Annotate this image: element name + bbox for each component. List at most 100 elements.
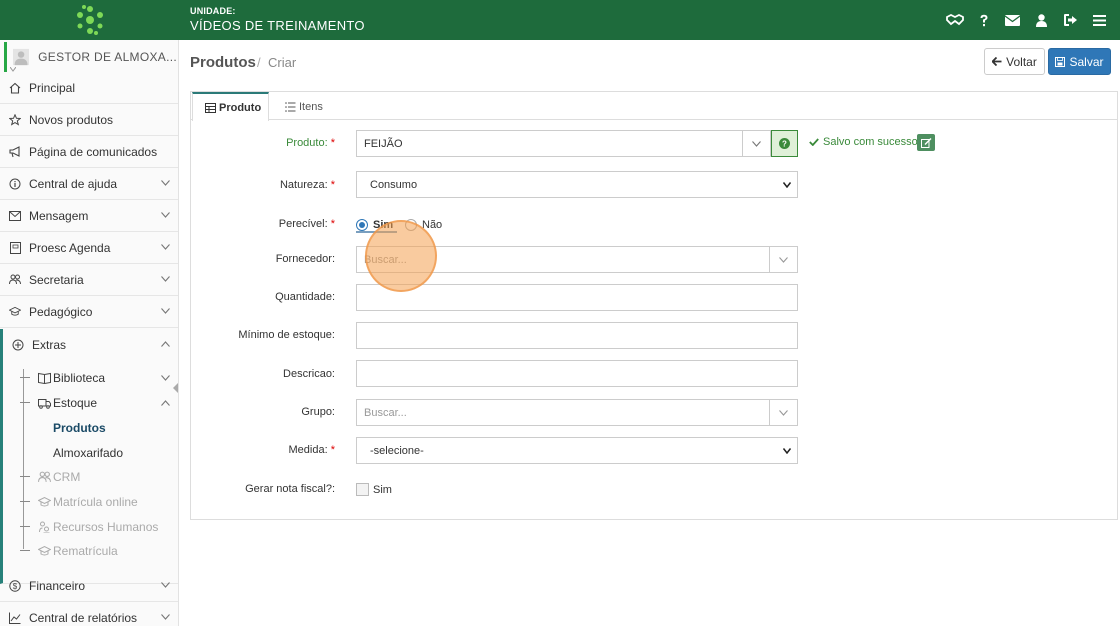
perecivel-nao-radio[interactable] [405,219,417,231]
tab-itens[interactable]: Itens [283,92,323,121]
sidebar-subitem-label: Rematrícula [53,544,118,558]
sidebar-item-label: Extras [32,338,67,352]
grupo-placeholder: Buscar... [364,406,407,419]
graduation-cap-icon [9,306,21,318]
sidebar-subitem-matricula-online[interactable]: Matrícula online [3,490,178,514]
fornecedor-search[interactable]: Buscar... [356,246,798,273]
top-bar: UNIDADE: VÍDEOS DE TREINAMENTO [0,0,1120,40]
perecivel-sim-label[interactable]: Sim [373,219,393,231]
sidebar-item-novos-produtos[interactable]: Novos produtos [0,104,178,136]
save-button[interactable]: Salvar [1048,48,1111,75]
question-circle-icon: ? [779,138,790,149]
descricao-input[interactable] [356,360,798,387]
medida-select[interactable]: -selecione- [356,437,798,464]
perecivel-nao-label[interactable]: Não [422,219,442,231]
sidebar-subitem-rematricula[interactable]: Rematrícula [3,539,178,563]
produto-select[interactable]: FEIJÃO [356,130,771,157]
envelope-icon [9,210,21,222]
user-icon[interactable] [1027,0,1056,40]
svg-text:?: ? [782,140,787,149]
unit-label: UNIDADE: [190,6,236,16]
logo-icon[interactable] [72,2,108,38]
sidebar-subitem-label: Estoque [53,396,98,410]
produto-dropdown-toggle[interactable] [742,131,770,156]
sidebar-item-central-de-ajuda[interactable]: Central de ajuda [0,168,178,200]
save-button-label: Salvar [1069,54,1104,69]
chevron-down-icon [161,276,170,282]
medida-value: -selecione- [370,444,424,457]
perecivel-sim-radio[interactable] [356,219,368,231]
users-icon [9,274,21,286]
natureza-value: Consumo [370,178,418,191]
sidebar-subitem-biblioteca[interactable]: Biblioteca [3,366,178,390]
chevron-down-icon [752,140,761,147]
sign-out-icon[interactable] [1056,0,1085,40]
plus-circle-icon [12,339,24,351]
saved-status: Salvo com sucesso [809,136,918,148]
saved-status-text: Salvo com sucesso [823,136,918,148]
sidebar-item-extras[interactable]: Extras [3,329,178,361]
minimo-estoque-input[interactable] [356,322,798,349]
sidebar-collapse-icon[interactable] [173,383,178,393]
sidebar-subsubitem-produtos[interactable]: Produtos [53,421,106,435]
quantidade-input[interactable] [356,284,798,311]
edit-icon [920,137,931,148]
edit-button[interactable] [917,134,935,151]
sidebar-subitem-label: Matrícula online [53,495,138,509]
chevron-up-icon [161,400,170,406]
sidebar-item-mensagem[interactable]: Mensagem [0,200,178,232]
list-icon [285,101,296,112]
sidebar-item-financeiro[interactable]: $ Financeiro [0,570,178,602]
menu-icon[interactable] [1085,0,1114,40]
grupo-dropdown-toggle[interactable] [769,400,797,425]
quantidade-label: Quantidade: [275,291,335,303]
question-icon[interactable] [969,0,998,40]
home-icon [9,82,21,94]
sidebar-item-label: Proesc Agenda [29,240,111,255]
line-chart-icon [9,612,21,624]
sidebar-item-pedagogico[interactable]: Pedagógico [0,296,178,328]
descricao-label: Descricao: [283,368,335,380]
sidebar-subitem-recursos-humanos[interactable]: Recursos Humanos [3,515,178,539]
user-box[interactable]: GESTOR DE ALMOXA... [4,42,177,72]
sidebar-item-proesc-agenda[interactable]: Proesc Agenda [0,232,178,264]
sidebar-item-secretaria[interactable]: Secretaria [0,264,178,296]
unit-name[interactable]: VÍDEOS DE TREINAMENTO [190,18,365,33]
users-icon [38,471,51,482]
help-button[interactable]: ? [771,130,798,157]
handshake-icon[interactable] [940,0,969,40]
back-button[interactable]: Voltar [984,48,1045,75]
produto-value: FEIJÃO [364,137,403,150]
sidebar-item-label: Novos produtos [29,112,114,127]
sidebar-item-label: Pedagógico [29,304,93,319]
natureza-select[interactable]: Consumo [356,171,798,198]
chevron-down-icon [161,212,170,218]
avatar [13,48,30,66]
grupo-search[interactable]: Buscar... [356,399,798,426]
sidebar-item-label: Central de relatórios [29,610,138,625]
sidebar-group-extras: Extras Biblioteca Estoque Produtos Almox… [0,329,178,584]
sitemap-icon [39,521,50,533]
sidebar: GESTOR DE ALMOXA... Principal Novos prod… [0,40,179,626]
tab-label: Produto [219,101,262,114]
chevron-down-icon [161,308,170,314]
gerar-nota-checkbox[interactable] [356,483,369,496]
sidebar-subitem-crm[interactable]: CRM [3,465,178,489]
table-icon [205,102,216,113]
sidebar-item-comunicados[interactable]: Página de comunicados [0,136,178,168]
sidebar-item-label: Secretaria [29,272,84,287]
perecivel-label: Perecível: * [278,218,335,230]
chevron-down-icon [779,256,788,263]
envelope-icon[interactable] [998,0,1027,40]
fornecedor-label: Fornecedor: [275,253,335,265]
sidebar-subitem-label: Biblioteca [53,371,106,385]
sidebar-subsubitem-almoxarifado[interactable]: Almoxarifado [53,446,123,460]
sidebar-subitem-estoque[interactable]: Estoque [3,391,178,415]
sidebar-item-principal[interactable]: Principal [0,72,178,104]
tab-produto[interactable]: Produto [192,92,269,121]
chevron-up-icon [161,341,170,347]
focus-underline [356,231,397,233]
fornecedor-dropdown-toggle[interactable] [769,247,797,272]
sidebar-item-central-de-relatorios[interactable]: Central de relatórios [0,602,178,626]
gerar-nota-option-label[interactable]: Sim [373,484,392,496]
